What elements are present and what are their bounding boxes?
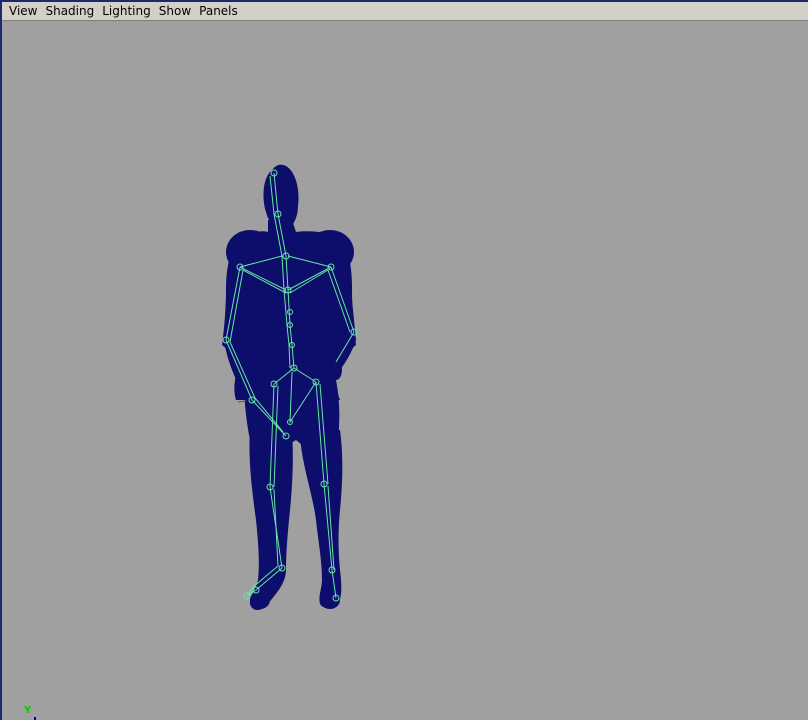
3d-viewport[interactable]: Y: [2, 21, 808, 720]
menu-panels[interactable]: Panels: [196, 2, 243, 21]
view-axis-indicator: Y: [24, 705, 44, 720]
menu-lighting[interactable]: Lighting: [99, 2, 156, 21]
menu-view[interactable]: View: [6, 2, 42, 21]
scene-canvas[interactable]: [2, 21, 808, 720]
maya-window: View Shading Lighting Show Panels Y: [0, 0, 808, 720]
menu-shading[interactable]: Shading: [42, 2, 99, 21]
axis-gizmo-icon: [34, 717, 36, 720]
character-mesh[interactable]: [222, 164, 356, 610]
viewport-menubar: View Shading Lighting Show Panels: [2, 2, 808, 21]
menu-show[interactable]: Show: [156, 2, 196, 21]
